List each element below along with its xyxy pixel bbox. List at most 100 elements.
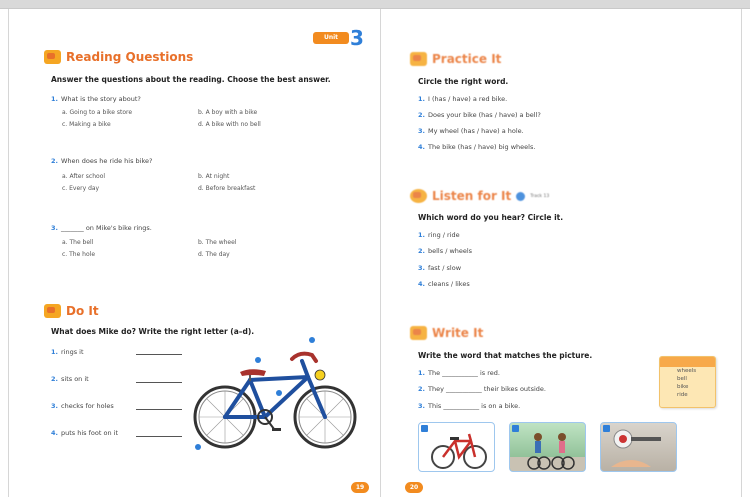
bike-bell: [314, 369, 326, 381]
item-number: 2.: [418, 385, 425, 393]
word-bank-item: ride: [677, 392, 688, 398]
question-number: 3.: [51, 224, 58, 232]
write-item-3: 3. This ___________ is on a bike.: [418, 402, 520, 410]
label-dot: [255, 357, 261, 363]
track-label: Track 13: [530, 193, 550, 199]
option[interactable]: b. The wheel: [198, 239, 236, 246]
option[interactable]: b. A boy with a bike: [198, 109, 257, 116]
option[interactable]: c. Making a bike: [62, 121, 111, 128]
item-text: puts his foot on it: [61, 429, 118, 437]
unit-number: 3: [350, 26, 364, 50]
answer-blank[interactable]: [136, 431, 182, 437]
word-bank-item: wheels: [677, 368, 697, 374]
word-bank: wheels bell bike ride: [659, 356, 716, 408]
answer-blank[interactable]: [136, 377, 182, 383]
bike-seat: [240, 369, 266, 376]
item-number: 4.: [418, 143, 425, 151]
item-number: 1.: [51, 348, 58, 356]
item-text[interactable]: fast / slow: [428, 264, 461, 272]
write-item-1: 1. The ___________ is red.: [418, 369, 500, 377]
reading-question-2: 2. When does he ride his bike?: [51, 157, 152, 165]
word-bank-header: [660, 357, 715, 367]
practice-item-2: 2. Does your bike (has / have) a bell?: [418, 111, 541, 119]
listen-icon: [410, 189, 427, 203]
do-it-heading: Do It: [44, 304, 99, 318]
item-number: 4.: [51, 429, 58, 437]
item-number: 1.: [418, 369, 425, 377]
item-text: checks for holes: [61, 402, 114, 410]
answer-blank[interactable]: [136, 349, 182, 355]
reading-icon: [44, 50, 61, 64]
option[interactable]: d. The day: [198, 251, 230, 258]
question-text: What is the story about?: [61, 95, 141, 103]
reading-instruction: Answer the questions about the reading. …: [51, 75, 331, 84]
textbook-spread: Unit 3 Reading Questions Answer the ques…: [0, 0, 750, 497]
write-instruction: Write the word that matches the picture.: [418, 351, 593, 360]
write-icon: [410, 326, 427, 340]
listen-item-2: 2. bells / wheels: [418, 247, 472, 255]
option[interactable]: a. Going to a bike store: [62, 109, 132, 116]
practice-icon: [410, 52, 427, 66]
picture-number-tag: [603, 425, 610, 432]
listen-for-it-title: Listen for It: [432, 189, 512, 203]
bell-icon: [611, 429, 661, 467]
item-text[interactable]: They ___________ their bikes outside.: [428, 385, 546, 393]
item-text: rings it: [61, 348, 84, 356]
listen-item-3: 3. fast / slow: [418, 264, 461, 272]
item-number: 4.: [418, 280, 425, 288]
question-number: 1.: [51, 95, 58, 103]
option[interactable]: b. At night: [198, 173, 229, 180]
page-number-right: 20: [405, 482, 423, 493]
word-bank-item: bell: [677, 376, 687, 382]
audio-play-icon[interactable]: [516, 191, 526, 201]
option[interactable]: a. After school: [62, 173, 105, 180]
answer-blank[interactable]: [136, 404, 182, 410]
reading-questions-title: Reading Questions: [66, 50, 194, 64]
picture-number-tag: [421, 425, 428, 432]
page-divider: [380, 9, 381, 497]
item-number: 1.: [418, 95, 425, 103]
write-it-title: Write It: [432, 326, 484, 340]
do-it-icon: [44, 304, 61, 318]
question-text: _______ on Mike's bike rings.: [61, 224, 152, 232]
item-text[interactable]: The bike (has / have) big wheels.: [428, 143, 535, 151]
do-it-item-4: 4. puts his foot on it: [51, 429, 118, 437]
do-it-title: Do It: [66, 304, 99, 318]
item-text[interactable]: This ___________ is on a bike.: [428, 402, 520, 410]
option[interactable]: d. A bike with no bell: [198, 121, 261, 128]
picture-bike-bell: [600, 422, 677, 472]
kids-riding-icon: [510, 433, 585, 471]
option[interactable]: c. Every day: [62, 185, 99, 192]
page-number-left: 19: [351, 482, 369, 493]
item-text[interactable]: My wheel (has / have) a hole.: [428, 127, 524, 135]
item-number: 3.: [51, 402, 58, 410]
option[interactable]: c. The hole: [62, 251, 95, 258]
item-text[interactable]: I (has / have) a red bike.: [428, 95, 507, 103]
bike-handlebar: [290, 351, 318, 363]
left-page-edge: [8, 9, 9, 497]
picture-red-bike: [418, 422, 495, 472]
bike-illustration: [193, 337, 357, 450]
picture-kids-riding: [509, 422, 586, 472]
unit-badge: Unit 3: [313, 26, 373, 50]
practice-item-1: 1. I (has / have) a red bike.: [418, 95, 507, 103]
reading-question-1: 1. What is the story about?: [51, 95, 141, 103]
item-number: 3.: [418, 264, 425, 272]
item-text[interactable]: cleans / likes: [428, 280, 470, 288]
label-dot: [309, 337, 315, 343]
item-text[interactable]: bells / wheels: [428, 247, 472, 255]
item-number: 2.: [418, 247, 425, 255]
practice-item-3: 3. My wheel (has / have) a hole.: [418, 127, 524, 135]
option[interactable]: d. Before breakfast: [198, 185, 255, 192]
item-text[interactable]: ring / ride: [428, 231, 460, 239]
practice-item-4: 4. The bike (has / have) big wheels.: [418, 143, 535, 151]
item-text[interactable]: The ___________ is red.: [428, 369, 500, 377]
item-text[interactable]: Does your bike (has / have) a bell?: [428, 111, 541, 119]
listen-item-1: 1. ring / ride: [418, 231, 460, 239]
option[interactable]: a. The bell: [62, 239, 93, 246]
do-it-item-2: 2. sits on it: [51, 375, 89, 383]
practice-instruction: Circle the right word.: [418, 77, 509, 86]
label-dot: [195, 444, 201, 450]
do-it-item-3: 3. checks for holes: [51, 402, 114, 410]
do-it-item-1: 1. rings it: [51, 348, 84, 356]
